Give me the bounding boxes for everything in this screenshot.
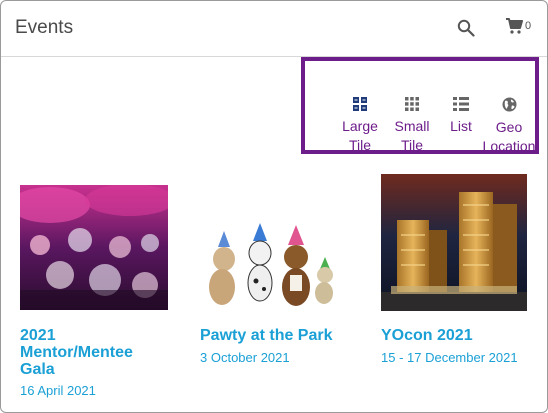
event-card[interactable]: YOcon 2021 15 - 17 December 2021 [381, 174, 541, 374]
shopping-cart-icon [506, 18, 523, 34]
search-icon [457, 19, 475, 37]
event-date: 16 April 2021 [20, 383, 96, 398]
small-tile-label: Small Tile [394, 118, 430, 153]
event-image-hotel[interactable] [381, 174, 527, 311]
cart-count-badge: 0 [525, 20, 532, 32]
search-button[interactable] [457, 19, 475, 37]
events-page: Events 0 Large Tile Small Tile List Geo … [0, 0, 548, 413]
large-tile-view-button[interactable]: Large Tile [338, 97, 382, 155]
small-tile-icon [405, 97, 419, 111]
globe-icon [502, 97, 516, 112]
event-image-gala[interactable] [20, 185, 168, 310]
event-title[interactable]: YOcon 2021 [381, 327, 541, 344]
list-icon [453, 97, 469, 111]
large-tile-label: Large Tile [342, 118, 378, 153]
event-image-dogs[interactable] [200, 215, 348, 310]
small-tile-view-button[interactable]: Small Tile [390, 97, 434, 155]
list-label: List [450, 118, 472, 134]
large-tile-icon [353, 97, 367, 111]
view-mode-selector: Large Tile Small Tile List Geo Location [301, 57, 539, 154]
list-view-button[interactable]: List [443, 97, 479, 136]
page-title: Events [15, 17, 74, 38]
page-header: Events 0 [1, 1, 547, 57]
cart-button[interactable]: 0 [505, 17, 539, 37]
event-title[interactable]: Pawty at the Park [200, 327, 370, 344]
event-card[interactable]: 2021 Mentor/Mentee Gala 16 April 2021 [20, 185, 170, 405]
event-date: 3 October 2021 [200, 350, 290, 365]
geo-location-view-button[interactable]: Geo Location [481, 97, 537, 156]
event-date: 15 - 17 December 2021 [381, 350, 518, 365]
geo-location-label: Geo Location [482, 119, 536, 154]
event-card[interactable]: Pawty at the Park 3 October 2021 [200, 215, 370, 375]
event-title[interactable]: 2021 Mentor/Mentee Gala [20, 327, 170, 378]
